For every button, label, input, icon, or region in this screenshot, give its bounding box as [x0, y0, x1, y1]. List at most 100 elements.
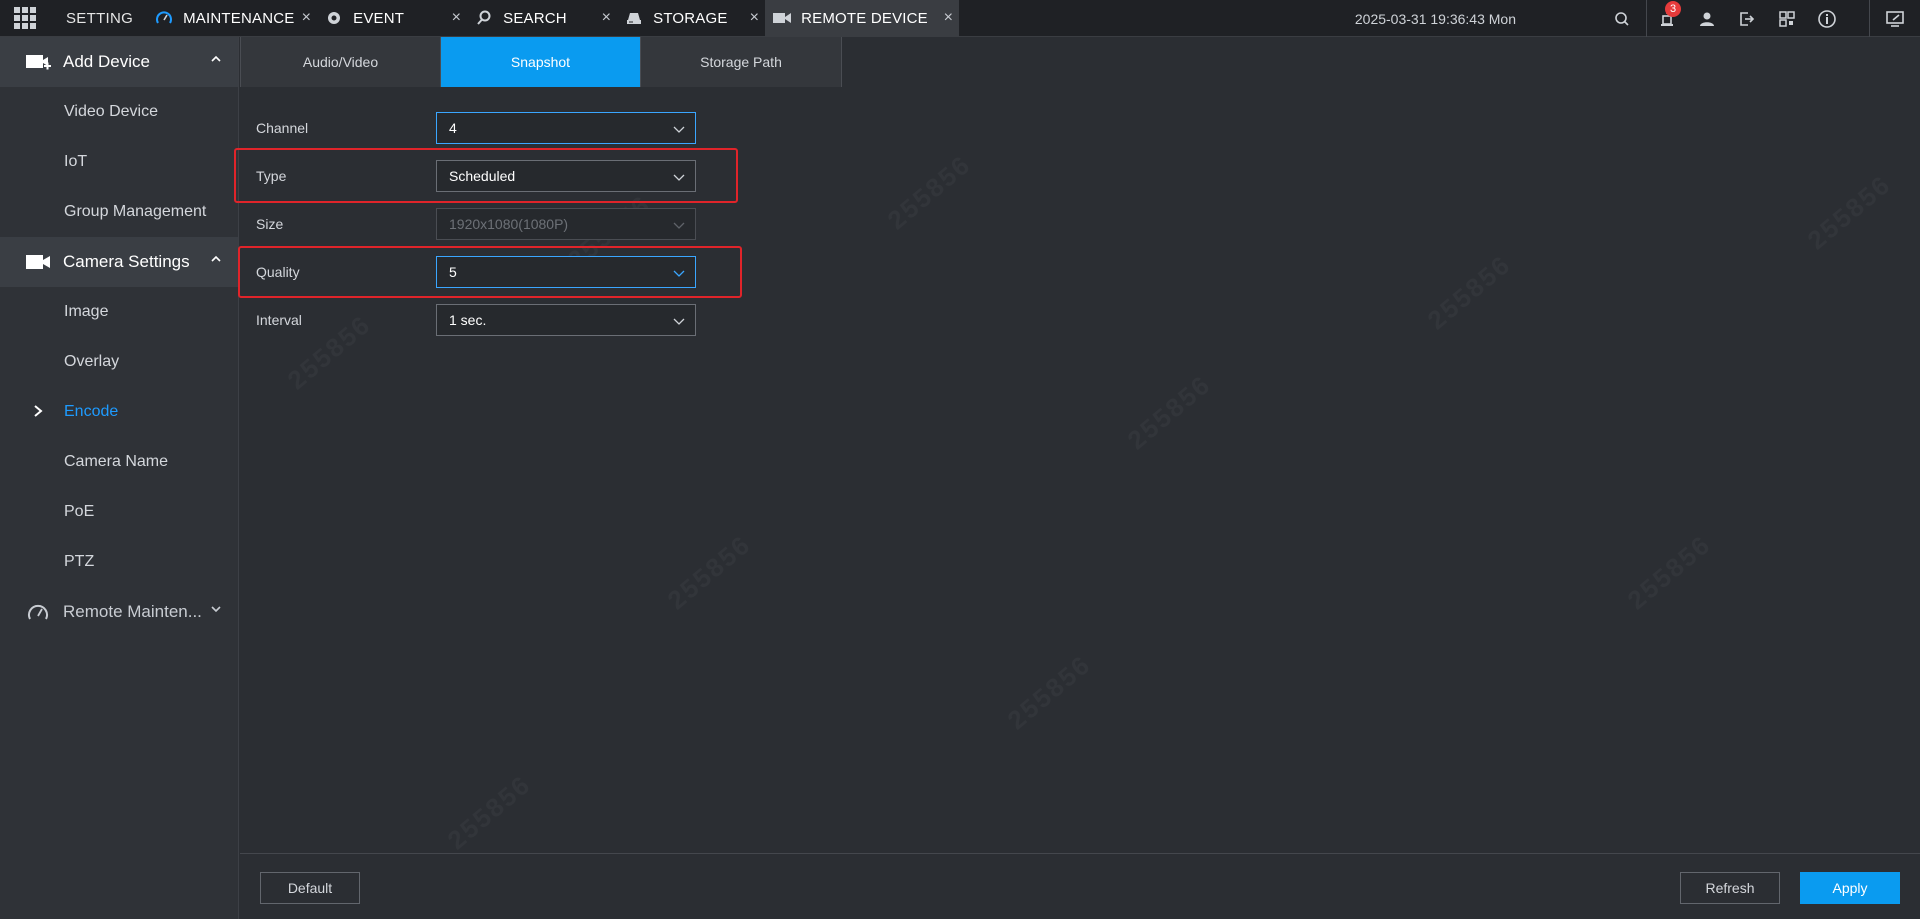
setting-label[interactable]: SETTING: [50, 0, 147, 37]
display-button[interactable]: [1870, 0, 1920, 37]
sidebar-group-remote-maintenance[interactable]: Remote Mainten...: [0, 587, 238, 637]
tab-maintenance[interactable]: MAINTENANCE ×: [147, 0, 317, 37]
refresh-button[interactable]: Refresh: [1680, 872, 1780, 904]
chevron-down-icon: [673, 222, 685, 229]
chevron-down-icon: [673, 126, 685, 133]
footer-bar: Default Refresh Apply: [240, 853, 1920, 919]
quality-select[interactable]: 5: [436, 256, 696, 288]
watermark: 255856: [1622, 529, 1718, 616]
search-icon: [1615, 11, 1629, 26]
tab-label: REMOTE DEVICE: [801, 9, 928, 27]
sidebar-item-label: PTZ: [64, 553, 95, 570]
interval-label: Interval: [256, 312, 302, 328]
qr-code-button[interactable]: [1767, 0, 1807, 37]
grid-icon: [14, 7, 36, 29]
channel-select[interactable]: 4: [436, 112, 696, 144]
main-content: 255856 255856 255856 255856 255856 25585…: [234, 37, 1920, 919]
sidebar-item-label: IoT: [64, 153, 88, 170]
chevron-down-icon: [673, 174, 685, 181]
sidebar-item-camera-name[interactable]: Camera Name: [0, 437, 238, 487]
sidebar-item-iot[interactable]: IoT: [0, 137, 238, 187]
global-search-button[interactable]: [1602, 0, 1642, 37]
size-value: 1920x1080(1080P): [449, 216, 569, 232]
watermark: 255856: [442, 769, 538, 856]
chevron-right-icon: [34, 405, 43, 417]
user-button[interactable]: [1687, 0, 1727, 37]
sidebar-item-poe[interactable]: PoE: [0, 487, 238, 537]
datetime-display: 2025-03-31 19:36:43 Mon: [1354, 10, 1516, 27]
watermark: 255856: [1002, 649, 1098, 736]
alarm-button[interactable]: 3: [1647, 0, 1687, 37]
sidebar-item-label: PoE: [64, 503, 95, 520]
form-row-type: Type Scheduled: [256, 160, 696, 192]
main-menu-button[interactable]: [0, 0, 50, 37]
tab-search[interactable]: SEARCH ×: [467, 0, 617, 37]
watermark: 255856: [882, 149, 978, 236]
tab-audio-video[interactable]: Audio/Video: [241, 37, 441, 87]
logout-icon: [1740, 11, 1755, 26]
sidebar-item-label: Camera Name: [64, 453, 169, 470]
top-bar: SETTING MAINTENANCE × EVENT × SEARCH × S…: [0, 0, 1920, 37]
sidebar-group-label: Remote Mainten...: [63, 602, 202, 621]
sidebar-item-group-management[interactable]: Group Management: [0, 187, 238, 237]
close-icon[interactable]: ×: [302, 9, 312, 27]
event-icon: [323, 7, 345, 29]
chevron-down-icon: [673, 270, 685, 277]
sidebar-item-video-device[interactable]: Video Device: [0, 87, 238, 137]
sidebar-item-encode[interactable]: Encode: [0, 387, 238, 437]
info-button[interactable]: [1807, 0, 1847, 37]
chevron-down-icon: [673, 318, 685, 325]
watermark: 255856: [1802, 169, 1898, 256]
watermark: 255856: [1122, 369, 1218, 456]
tab-label: SEARCH: [503, 9, 567, 27]
sidebar-item-label: Group Management: [64, 203, 207, 220]
form-row-size: Size 1920x1080(1080P): [256, 208, 696, 240]
gauge-icon: [24, 601, 52, 623]
monitor-icon: [1886, 10, 1904, 27]
size-label: Size: [256, 216, 284, 232]
tab-label: MAINTENANCE: [183, 9, 295, 27]
top-right-toolbar: 2025-03-31 19:36:43 Mon 3: [1355, 0, 1920, 37]
close-icon[interactable]: ×: [944, 9, 954, 27]
sidebar-item-ptz[interactable]: PTZ: [0, 537, 238, 587]
tab-label: EVENT: [353, 9, 405, 27]
sidebar-group-label: Add Device: [63, 52, 150, 71]
user-icon: [1700, 12, 1714, 26]
sidebar-item-image[interactable]: Image: [0, 287, 238, 337]
qr-code-icon: [1779, 10, 1795, 27]
camera-icon: [24, 251, 52, 273]
logout-button[interactable]: [1727, 0, 1767, 37]
tab-event[interactable]: EVENT ×: [317, 0, 467, 37]
sidebar-item-label: Encode: [64, 403, 119, 420]
close-icon[interactable]: ×: [750, 9, 760, 27]
form-row-quality: Quality 5: [256, 256, 696, 288]
channel-label: Channel: [256, 120, 309, 136]
watermark: 255856: [1422, 249, 1518, 336]
interval-value: 1 sec.: [449, 312, 487, 328]
sidebar-group-add-device[interactable]: Add Device: [0, 37, 238, 87]
sidebar: Add Device Video Device IoT Group Manage…: [0, 37, 239, 919]
sidebar-item-label: Overlay: [64, 353, 120, 370]
gauge-icon: [153, 7, 175, 29]
info-icon: [1818, 9, 1836, 28]
sidebar-group-label: Camera Settings: [63, 252, 190, 271]
tab-remote-device[interactable]: REMOTE DEVICE ×: [765, 0, 960, 37]
size-select: 1920x1080(1080P): [436, 208, 696, 240]
default-button[interactable]: Default: [260, 872, 360, 904]
chevron-up-icon: [211, 255, 221, 262]
type-select[interactable]: Scheduled: [436, 160, 696, 192]
add-device-icon: [24, 51, 52, 73]
close-icon[interactable]: ×: [602, 9, 612, 27]
close-icon[interactable]: ×: [452, 9, 462, 27]
tab-snapshot[interactable]: Snapshot: [441, 37, 641, 87]
tab-storage[interactable]: STORAGE ×: [617, 0, 765, 37]
apply-button[interactable]: Apply: [1800, 872, 1900, 904]
form-row-interval: Interval 1 sec.: [256, 304, 696, 336]
tab-storage-path[interactable]: Storage Path: [641, 37, 841, 87]
quality-label: Quality: [256, 264, 300, 280]
channel-value: 4: [449, 120, 457, 136]
sidebar-group-camera-settings[interactable]: Camera Settings: [0, 237, 238, 287]
sidebar-item-overlay[interactable]: Overlay: [0, 337, 238, 387]
interval-select[interactable]: 1 sec.: [436, 304, 696, 336]
quality-value: 5: [449, 264, 457, 280]
